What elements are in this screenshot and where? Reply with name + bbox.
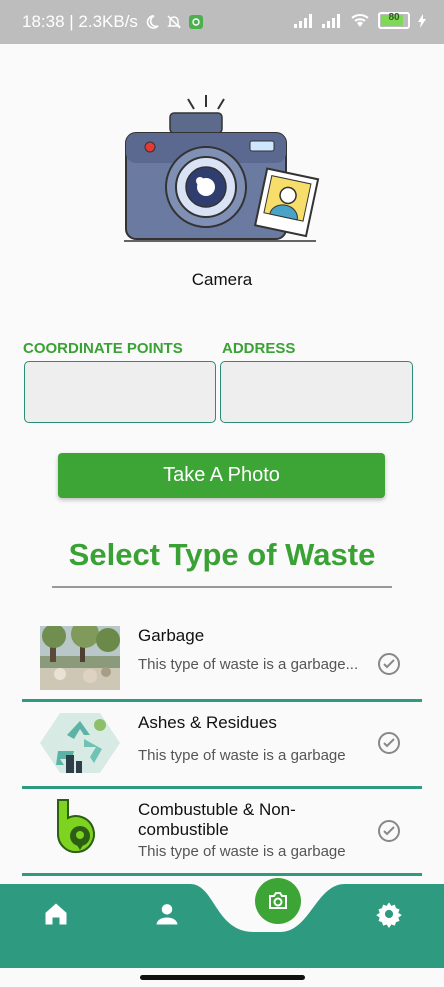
home-indicator (140, 975, 305, 980)
waste-item-title: Garbage (138, 626, 205, 645)
item-divider (22, 873, 422, 876)
location-b-logo (56, 799, 95, 854)
waste-item-combustible[interactable]: Combustuble & Non-combustible This type … (22, 792, 422, 876)
camera-illustration[interactable] (120, 95, 325, 245)
status-time-speed: 18:38 | 2.3KB/s (22, 12, 138, 31)
settings-icon[interactable] (375, 900, 403, 928)
app-notification-icon (188, 15, 203, 29)
address-field[interactable] (220, 361, 413, 423)
item-divider (22, 786, 422, 789)
waste-item-title: Combustuble & Non-combustible (138, 800, 296, 839)
home-icon[interactable] (42, 900, 70, 928)
moon-icon (146, 15, 159, 29)
battery-icon: 80 (378, 12, 410, 29)
check-circle-icon[interactable] (377, 731, 401, 755)
waste-item-description: This type of waste is a garbage (138, 843, 346, 860)
check-circle-icon[interactable] (377, 819, 401, 843)
camera-icon (269, 892, 287, 909)
status-bar: 18:38 | 2.3KB/s 80 (0, 0, 444, 44)
camera-fab[interactable] (255, 878, 301, 924)
garbage-thumbnail (40, 626, 120, 690)
waste-item-description: This type of waste is a garbage... (138, 656, 359, 673)
battery-level: 80 (388, 12, 400, 23)
signal-icon-2 (322, 13, 340, 28)
camera-label: Camera (191, 270, 253, 289)
waste-type-title: Select Type of Waste (68, 537, 376, 572)
charging-icon (418, 13, 426, 28)
coordinate-points-label: COORDINATE POINTS (23, 340, 183, 357)
recycle-thumbnail (40, 713, 120, 773)
address-label: ADDRESS (222, 340, 296, 357)
coordinate-points-field[interactable] (24, 361, 216, 423)
wifi-icon (351, 14, 369, 27)
signal-icon (294, 13, 312, 28)
check-circle-icon[interactable] (377, 652, 401, 676)
person-icon[interactable] (153, 900, 181, 928)
waste-item-garbage[interactable]: Garbage This type of waste is a garbage.… (22, 618, 422, 702)
item-divider (22, 699, 422, 702)
title-divider (52, 586, 392, 588)
waste-item-description: This type of waste is a garbage (138, 747, 346, 764)
take-photo-button[interactable]: Take A Photo (58, 453, 385, 498)
bottom-navigation (0, 878, 444, 968)
waste-item-title: Ashes & Residues (138, 713, 277, 732)
bell-off-icon (167, 15, 181, 29)
waste-item-ashes-residues[interactable]: Ashes & Residues This type of waste is a… (22, 705, 422, 789)
